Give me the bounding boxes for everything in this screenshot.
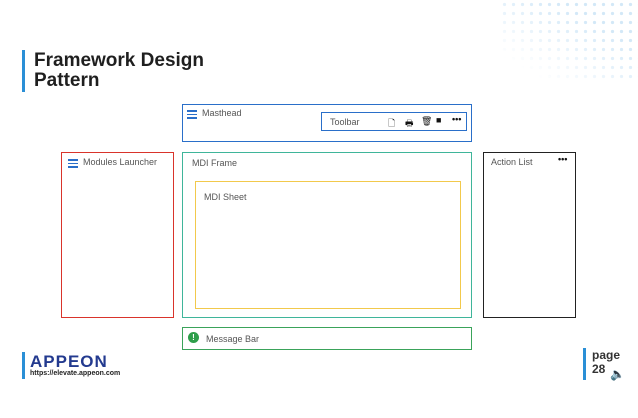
modules-launcher-box: Modules Launcher	[61, 152, 174, 318]
logo-url[interactable]: https://elevate.appeon.com	[30, 370, 120, 377]
title-accent-bar	[22, 50, 25, 92]
hamburger-menu-icon	[68, 159, 78, 168]
page-accent-bar	[583, 348, 586, 380]
message-bar-label: Message Bar	[206, 334, 260, 344]
decorative-dot-pattern	[500, 0, 638, 80]
more-options-icon[interactable]: •••	[558, 154, 567, 164]
masthead-label: Masthead	[202, 108, 242, 118]
mdi-frame-box: MDI Frame MDI Sheet	[182, 152, 472, 318]
folder-icon[interactable]: ■	[436, 115, 441, 125]
mdi-sheet-box: MDI Sheet	[195, 181, 461, 309]
trash-icon[interactable]: 🗑	[421, 116, 432, 127]
toolbar-label: Toolbar	[330, 117, 360, 127]
footer-accent-bar	[22, 352, 25, 379]
hamburger-menu-icon	[187, 110, 197, 119]
toolbar-box: Toolbar 🗋 🖶 🗑 ■ •••	[321, 112, 467, 131]
mdi-sheet-label: MDI Sheet	[204, 192, 247, 202]
action-list-label: Action List	[491, 157, 533, 167]
modules-launcher-label: Modules Launcher	[83, 157, 158, 167]
document-icon[interactable]: 🗋	[388, 116, 395, 132]
info-icon: !	[188, 332, 199, 343]
print-icon[interactable]: 🖶	[405, 116, 414, 132]
mdi-frame-label: MDI Frame	[192, 158, 237, 168]
page-title: Framework Design Pattern	[34, 50, 204, 91]
page-label: page	[592, 348, 621, 362]
speaker-icon[interactable]: 🔈	[610, 367, 625, 381]
action-list-box: Action List •••	[483, 152, 576, 318]
appeon-logo: APPEON	[30, 352, 108, 371]
more-options-icon[interactable]: •••	[452, 114, 461, 124]
message-bar-box: ! Message Bar	[182, 327, 472, 350]
masthead-box: Masthead Toolbar 🗋 🖶 🗑 ■ •••	[182, 104, 472, 142]
